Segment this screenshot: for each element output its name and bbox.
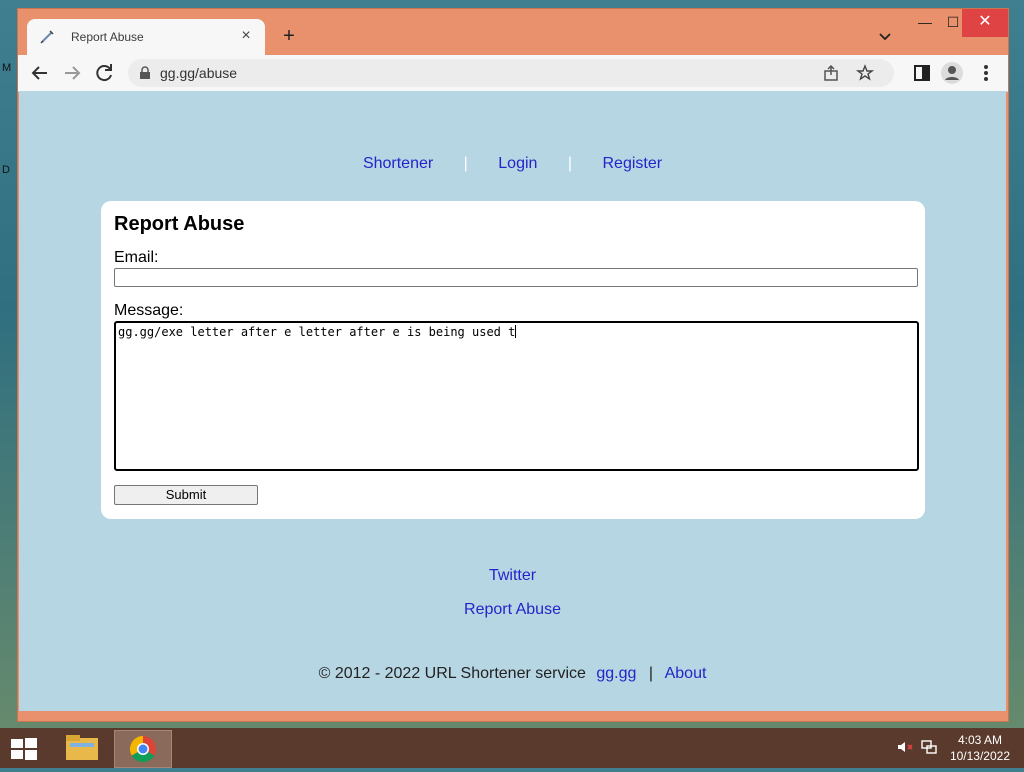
close-window-button[interactable]: ✕ — [962, 9, 1008, 37]
nav-link-register[interactable]: Register — [602, 155, 662, 172]
page-viewport: Shortener | Login | Register Report Abus… — [19, 91, 1006, 711]
report-abuse-form-card: Report Abuse Email: Message: gg.gg/exe l… — [101, 201, 925, 519]
network-icon[interactable] — [920, 738, 938, 761]
chrome-browser-icon[interactable] — [114, 730, 172, 768]
windows-taskbar: 4:03 AM 10/13/2022 — [0, 728, 1024, 768]
side-panel-icon[interactable] — [910, 61, 934, 85]
syringe-favicon-icon — [39, 29, 55, 45]
browser-toolbar: gg.gg/abuse — [18, 55, 1008, 92]
message-label: Message: — [114, 302, 184, 319]
form-title: Report Abuse — [114, 213, 245, 235]
new-tab-plus-icon[interactable]: + — [278, 25, 300, 47]
submit-button[interactable]: Submit — [114, 485, 258, 505]
tab-report-abuse[interactable]: Report Abuse × — [27, 19, 265, 55]
desktop-edge-glyph: M — [2, 62, 12, 74]
message-textarea[interactable]: gg.gg/exe letter after e letter after e … — [114, 321, 919, 471]
tab-title: Report Abuse — [71, 30, 144, 44]
speaker-muted-icon[interactable] — [896, 738, 914, 761]
nav-separator: | — [567, 155, 573, 172]
desktop-edge-glyph: D — [2, 164, 10, 176]
about-link[interactable]: About — [665, 665, 707, 682]
kebab-menu-icon[interactable] — [974, 61, 998, 85]
email-field[interactable] — [114, 268, 918, 287]
text-caret — [515, 325, 517, 338]
url-text[interactable]: gg.gg/abuse — [160, 65, 237, 81]
tab-search-chevron-icon[interactable] — [876, 27, 894, 45]
browser-window: Report Abuse × + — ☐ ✕ gg.gg/abuse Short… — [17, 8, 1009, 722]
copyright-text: © 2012 - 2022 URL Shortener service — [318, 665, 586, 682]
nav-separator: | — [463, 155, 468, 172]
tab-strip: Report Abuse × + — ☐ ✕ — [18, 9, 1008, 55]
nav-link-login[interactable]: Login — [498, 155, 537, 172]
profile-avatar-icon[interactable] — [940, 61, 964, 85]
file-explorer-folder-icon[interactable] — [54, 730, 110, 766]
report-abuse-link[interactable]: Report Abuse — [464, 601, 561, 618]
site-home-link[interactable]: gg.gg — [596, 665, 636, 682]
windows-start-icon[interactable] — [10, 737, 38, 761]
clock-date: 10/13/2022 — [949, 749, 1010, 763]
footer-separator: | — [648, 665, 654, 682]
bookmark-star-icon[interactable] — [855, 64, 875, 82]
system-clock[interactable]: 4:03 AM 10/13/2022 — [950, 732, 1010, 764]
email-label: Email: — [114, 249, 159, 266]
twitter-link[interactable]: Twitter — [489, 567, 536, 584]
nav-link-shortener[interactable]: Shortener — [363, 155, 433, 172]
resize-grip-icon[interactable] — [907, 459, 915, 467]
forward-arrow-icon[interactable] — [60, 61, 84, 85]
footer-report-row: Report Abuse — [19, 601, 1006, 619]
top-navigation: Shortener | Login | Register — [19, 155, 1006, 173]
back-arrow-icon[interactable] — [28, 61, 52, 85]
lock-icon — [138, 66, 152, 80]
address-bar[interactable]: gg.gg/abuse — [128, 59, 894, 87]
message-text: gg.gg/exe letter after e letter after e … — [118, 325, 516, 339]
copyright-line: © 2012 - 2022 URL Shortener service gg.g… — [19, 665, 1006, 683]
reload-icon[interactable] — [92, 61, 116, 85]
footer-twitter-row: Twitter — [19, 567, 1006, 585]
tab-close-icon[interactable]: × — [237, 27, 255, 45]
clock-time: 4:03 AM — [957, 733, 1002, 747]
share-icon[interactable] — [822, 64, 840, 82]
